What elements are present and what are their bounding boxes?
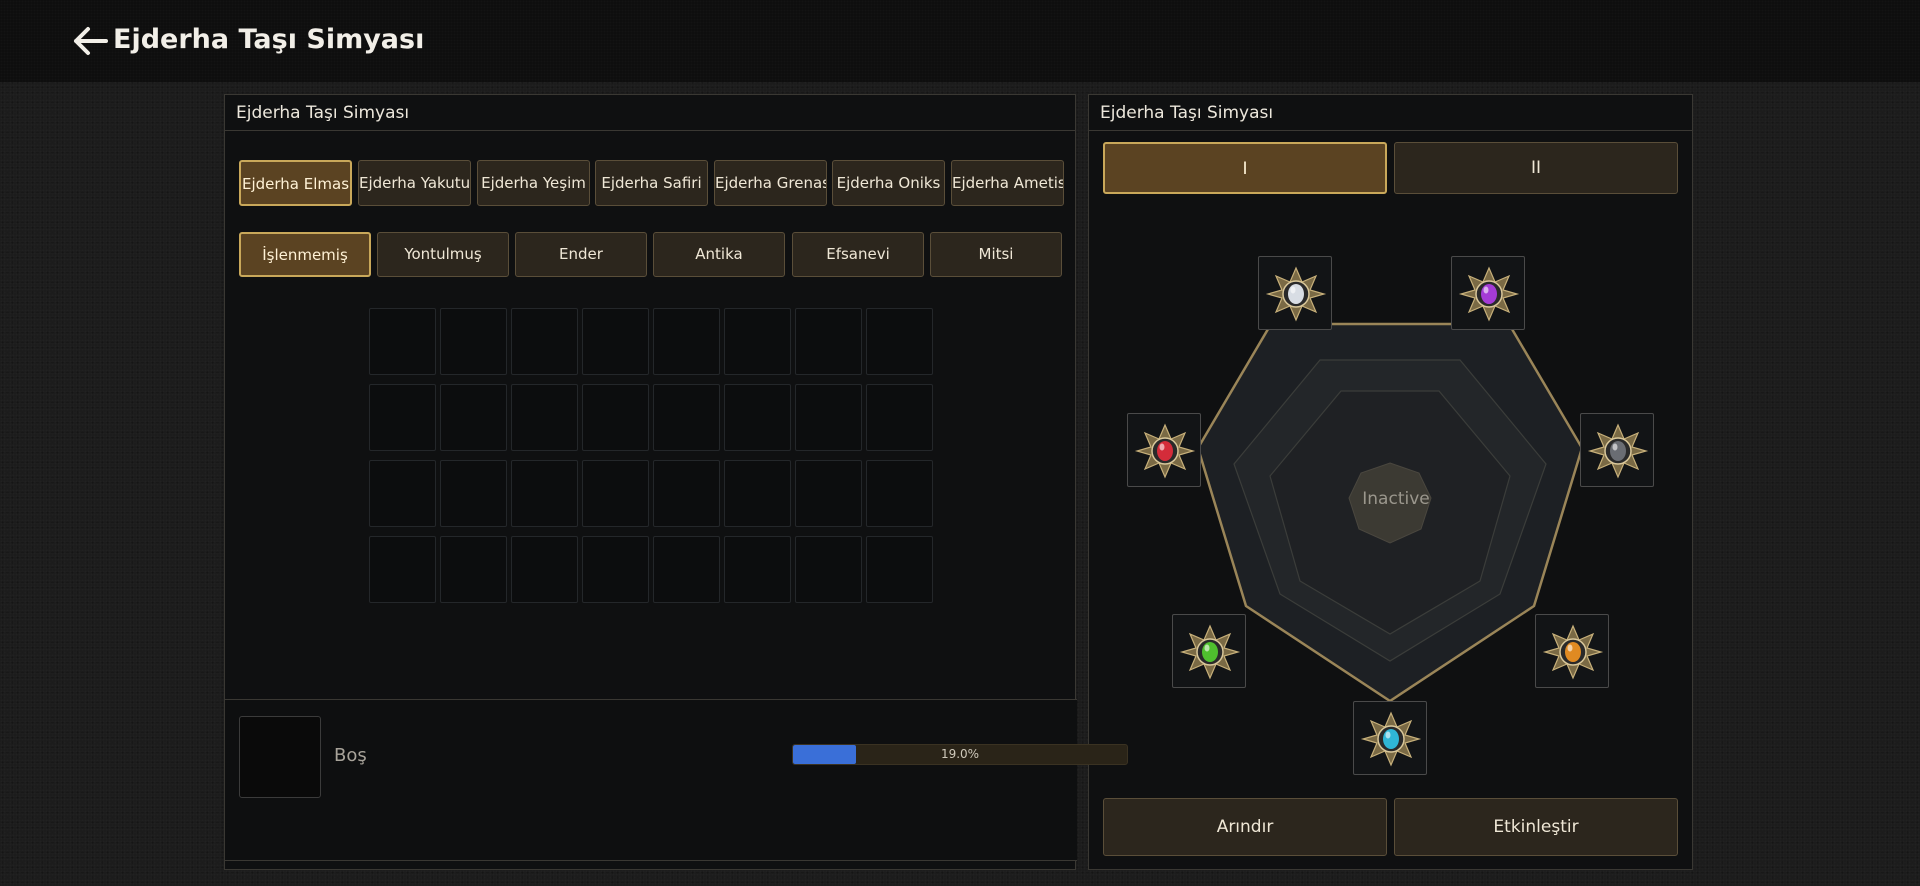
stone-type-tab[interactable]: Ejderha Yakutu (358, 160, 471, 206)
inventory-slot[interactable] (511, 460, 578, 527)
selection-area: Boş (225, 699, 1077, 861)
inventory-slot[interactable] (724, 384, 791, 451)
panel-title: Ejderha Taşı Simyası (1089, 95, 1692, 131)
onyx-gem-icon[interactable] (1580, 413, 1654, 487)
inventory-slot[interactable] (724, 536, 791, 603)
grade-tab[interactable]: Ender (515, 232, 647, 277)
inventory-slot[interactable] (440, 536, 507, 603)
inventory-slot[interactable] (582, 308, 649, 375)
stone-type-tab[interactable]: Ejderha Grenası (714, 160, 827, 206)
inventory-slot[interactable] (511, 308, 578, 375)
inventory-slot[interactable] (440, 308, 507, 375)
inventory-slot[interactable] (440, 460, 507, 527)
selected-stone-slot[interactable] (239, 716, 321, 798)
stone-type-tab[interactable]: Ejderha Ametist (951, 160, 1064, 206)
inventory-slot[interactable] (653, 536, 720, 603)
inventory-slot[interactable] (795, 460, 862, 527)
inventory-slot[interactable] (440, 384, 507, 451)
top-bar: Ejderha Taşı Simyası (0, 0, 1920, 82)
sapphire-gem-icon[interactable] (1353, 701, 1427, 775)
inventory-slot[interactable] (582, 536, 649, 603)
amethyst-gem-icon[interactable] (1451, 256, 1525, 330)
selected-stone-label: Boş (334, 745, 367, 766)
inventory-slot[interactable] (653, 460, 720, 527)
inventory-slot[interactable] (795, 308, 862, 375)
jade-gem-icon[interactable] (1172, 614, 1246, 688)
stone-type-tab[interactable]: Ejderha Safiri (595, 160, 708, 206)
diamond-gem-icon[interactable] (1258, 256, 1332, 330)
inventory-slot[interactable] (724, 308, 791, 375)
inventory-slot[interactable] (582, 460, 649, 527)
activation-status: Inactive (1362, 489, 1430, 509)
garnet-gem-icon[interactable] (1535, 614, 1609, 688)
inventory-slot[interactable] (369, 384, 436, 451)
inventory-slot[interactable] (795, 384, 862, 451)
tab-page-1[interactable]: I (1103, 142, 1387, 194)
inventory-slot[interactable] (369, 536, 436, 603)
panel-title: Ejderha Taşı Simyası (225, 95, 1075, 131)
inventory-slot[interactable] (511, 384, 578, 451)
ruby-gem-icon[interactable] (1127, 413, 1201, 487)
inventory-slot[interactable] (795, 536, 862, 603)
activate-button[interactable]: Etkinleştir (1394, 798, 1678, 856)
inventory-slot[interactable] (369, 308, 436, 375)
page-title: Ejderha Taşı Simyası (113, 24, 425, 55)
stone-type-tab[interactable]: Ejderha Elmas (239, 160, 352, 206)
stone-type-tab[interactable]: Ejderha Yeşim (477, 160, 590, 206)
grade-tab[interactable]: Yontulmuş (377, 232, 509, 277)
grade-tab[interactable]: İşlenmemiş (239, 232, 371, 277)
back-arrow-icon[interactable] (72, 25, 108, 57)
tab-page-2[interactable]: II (1394, 142, 1678, 194)
grade-tab[interactable]: Efsanevi (792, 232, 924, 277)
inventory-slot[interactable] (866, 308, 933, 375)
refine-button[interactable]: Arındır (1103, 798, 1387, 856)
inventory-slot[interactable] (866, 384, 933, 451)
progress-text: 19.0% (940, 747, 980, 761)
grade-tab[interactable]: Antika (653, 232, 785, 277)
inventory-slot[interactable] (653, 308, 720, 375)
inventory-slot[interactable] (653, 384, 720, 451)
inventory-slot[interactable] (369, 460, 436, 527)
inventory-slot[interactable] (866, 460, 933, 527)
inventory-slot[interactable] (582, 384, 649, 451)
inventory-slot[interactable] (724, 460, 791, 527)
inventory-slot[interactable] (511, 536, 578, 603)
alchemy-progress-bar: 19.0% (792, 744, 1128, 765)
grade-tab[interactable]: Mitsi (930, 232, 1062, 277)
inventory-slot[interactable] (866, 536, 933, 603)
stone-type-tab[interactable]: Ejderha Oniks (832, 160, 945, 206)
